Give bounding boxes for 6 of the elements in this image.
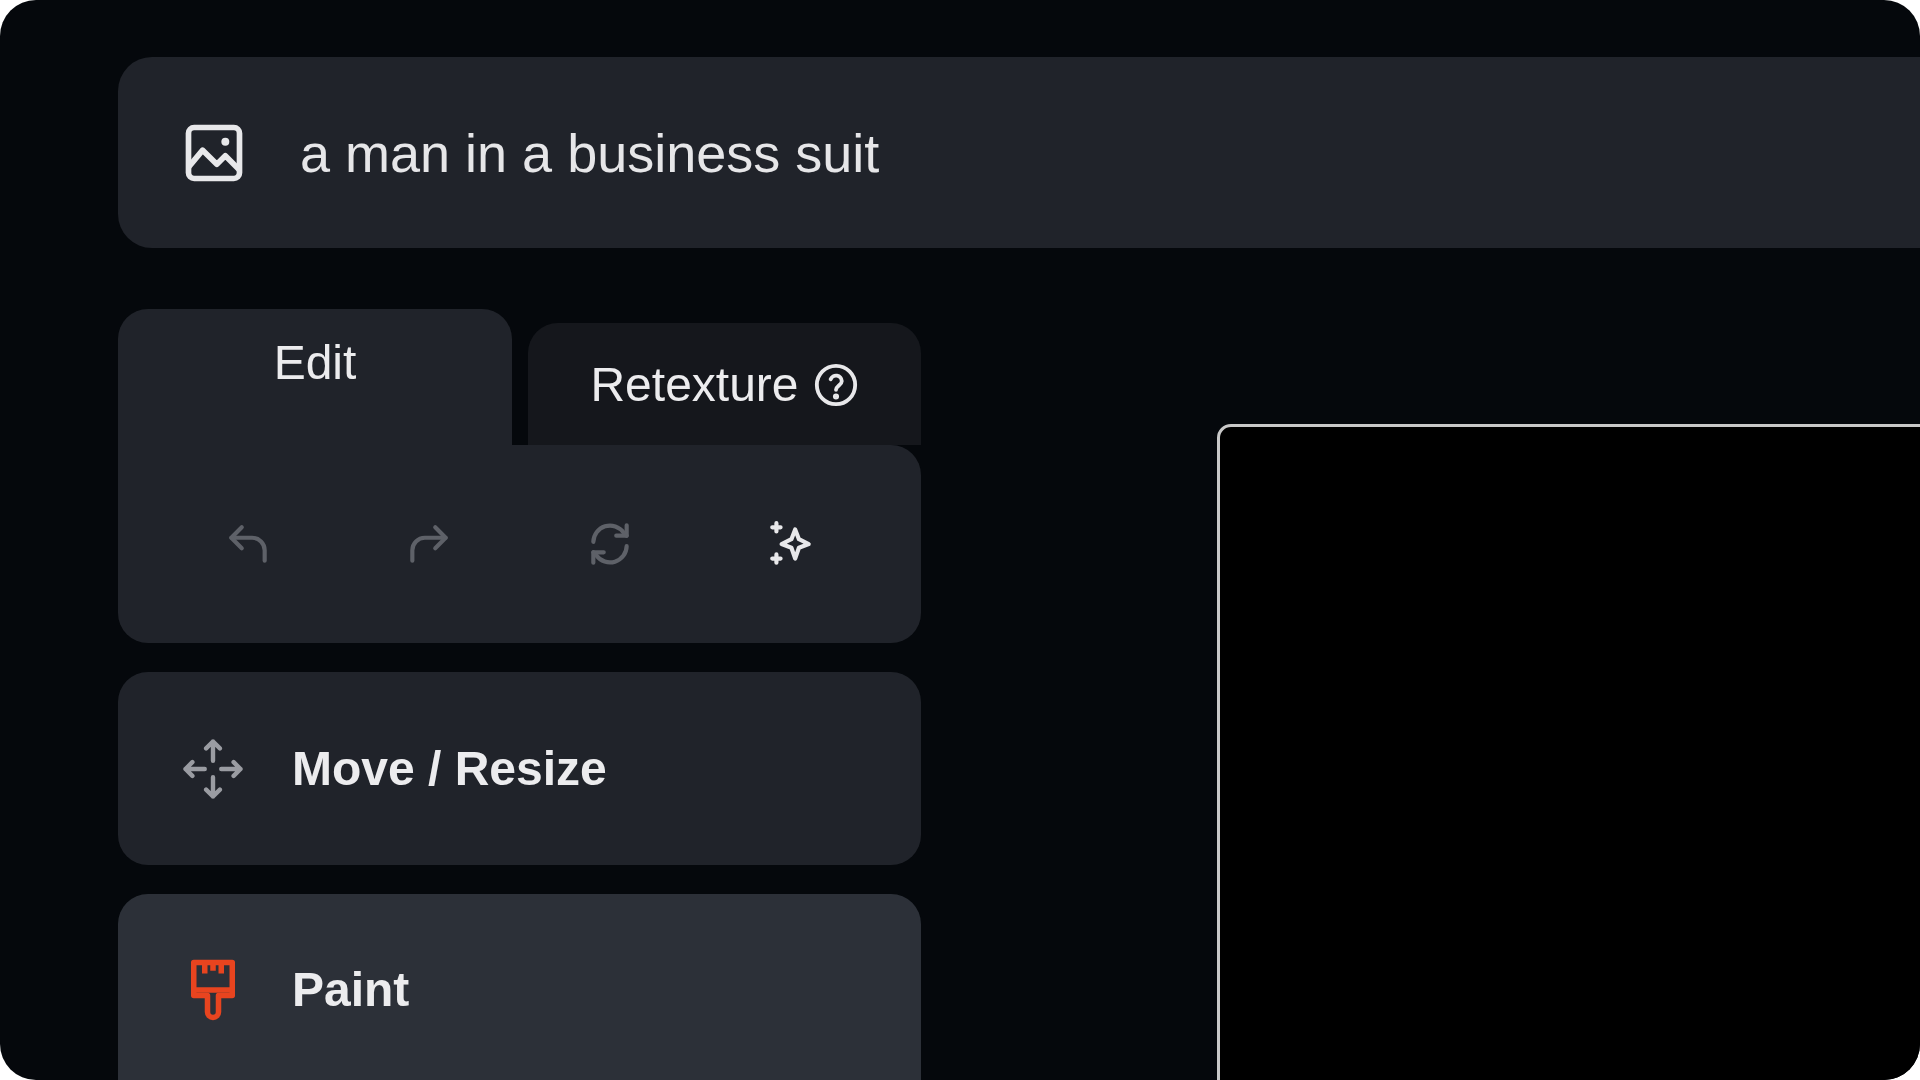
tool-item[interactable]: Move / Resize	[118, 672, 921, 865]
prompt-text: a man in a business suit	[300, 121, 880, 184]
tool-item[interactable]: Paint	[118, 894, 921, 1080]
tab[interactable]: Retexture	[528, 323, 921, 445]
prompt-bar[interactable]: a man in a business suit	[118, 57, 1920, 248]
tab[interactable]: Edit	[118, 309, 512, 445]
